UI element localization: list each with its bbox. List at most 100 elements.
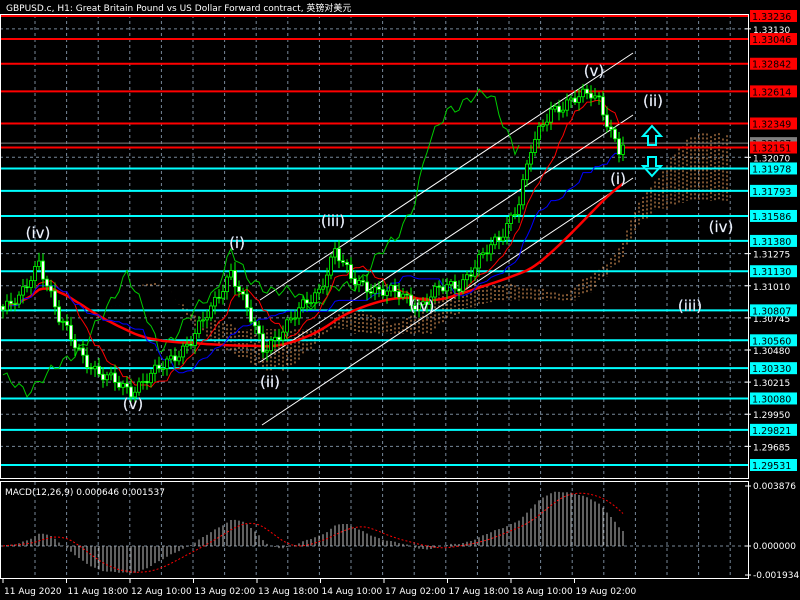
candle-body xyxy=(229,270,233,278)
candle-body xyxy=(57,306,61,323)
candle-body xyxy=(465,274,469,281)
candle-body xyxy=(145,380,149,384)
candle-body xyxy=(173,355,177,362)
wave-label: (v) xyxy=(584,62,605,80)
candle-body xyxy=(257,325,261,335)
candle-body xyxy=(601,96,605,116)
candle-body xyxy=(441,286,445,292)
candle-body xyxy=(157,364,161,370)
arrow-down-icon xyxy=(640,156,664,178)
candle-body xyxy=(473,267,477,277)
candle-body xyxy=(53,290,57,308)
chart-title: GBPUSD.c, H1: Great Britain Pound vs US … xyxy=(6,2,351,14)
candle-body xyxy=(273,336,277,341)
chikou-line xyxy=(2,88,520,398)
price-chart[interactable]: (iv) (v) (i) (ii) (iii) (iv) (v) (ii) (i) (iv) (ii… xyxy=(0,0,800,600)
candle-body xyxy=(537,125,541,140)
candle-body xyxy=(365,281,369,293)
candle-body xyxy=(209,305,213,319)
channel-line-upper[interactable] xyxy=(259,52,634,301)
price-tick-label: 1.29950 xyxy=(753,411,790,421)
candle-body xyxy=(125,383,129,388)
trend-channel[interactable] xyxy=(259,52,634,426)
support-label: 1.30080 xyxy=(752,394,791,405)
candle-body xyxy=(101,373,105,381)
candle-body xyxy=(185,343,189,347)
candle-body xyxy=(393,284,397,292)
candle-body xyxy=(553,105,557,110)
indicator-lines xyxy=(2,88,624,398)
candle-body xyxy=(513,214,517,216)
candle-body xyxy=(493,236,497,246)
resistance-label: 1.33046 xyxy=(752,35,791,46)
candle-body xyxy=(213,296,217,307)
candle-body xyxy=(21,286,25,296)
candle-body xyxy=(249,307,253,323)
support-label: 1.31380 xyxy=(752,237,791,248)
candle-body xyxy=(505,223,509,238)
wave-label: (v) xyxy=(123,395,144,413)
candle-body xyxy=(301,299,305,309)
candle-body xyxy=(357,280,361,285)
candle-body xyxy=(549,108,553,123)
candle-body xyxy=(329,256,333,276)
price-scale[interactable]: 1.331301.320701.312751.310101.307451.304… xyxy=(745,10,797,479)
candle-body xyxy=(65,320,69,326)
time-tick-label: 17 Aug 02:00 xyxy=(385,587,446,597)
price-tick-label: 1.31010 xyxy=(753,283,790,293)
candle-body xyxy=(341,260,345,263)
support-label: 1.30560 xyxy=(752,336,791,347)
candle-body xyxy=(581,88,585,98)
price-tick-label: 1.29685 xyxy=(753,443,790,453)
candle-body xyxy=(529,152,533,165)
candle-body xyxy=(481,252,485,256)
candle-body xyxy=(69,324,73,341)
candle-body xyxy=(5,300,9,311)
wave-label: (i) xyxy=(229,234,245,252)
candle-body xyxy=(477,254,481,269)
support-label: 1.31130 xyxy=(752,267,791,278)
candle-body xyxy=(613,128,617,140)
candle-body xyxy=(617,138,621,155)
resistance-label: 1.32842 xyxy=(752,60,791,71)
time-axis[interactable]: 11 Aug 2020 11 Aug 18:00 12 Aug 10:00 13 Au… xyxy=(2,579,636,597)
channel-line-middle[interactable] xyxy=(259,114,634,363)
candles xyxy=(1,83,625,406)
candle-body xyxy=(333,248,337,258)
candle-body xyxy=(561,109,565,113)
support-label: 1.31586 xyxy=(752,212,791,223)
candle-body xyxy=(377,286,381,290)
candle-body xyxy=(81,347,85,356)
price-tick-label: 1.31275 xyxy=(753,251,790,261)
candle-body xyxy=(33,266,37,282)
candle-body xyxy=(485,252,489,255)
candle-body xyxy=(217,296,221,299)
candle-body xyxy=(137,381,141,393)
candle-body xyxy=(305,299,309,304)
time-tick-label: 14 Aug 10:00 xyxy=(322,587,383,597)
candle-body xyxy=(521,179,525,206)
macd-label: MACD(12,26,9) 0.000646 0.001537 xyxy=(5,488,165,498)
candle-body xyxy=(605,114,609,128)
support-label: 1.29531 xyxy=(752,461,791,472)
wave-label: (ii) xyxy=(260,373,280,391)
kijun-line xyxy=(2,146,624,374)
candle-body xyxy=(385,290,389,296)
candle-body xyxy=(569,97,573,101)
candle-body xyxy=(565,99,569,111)
candle-body xyxy=(121,383,125,388)
candle-body xyxy=(241,291,245,295)
price-tick-label: 1.30480 xyxy=(753,347,790,357)
candle-body xyxy=(401,293,405,298)
arrow-up-icon xyxy=(640,124,664,146)
candle-body xyxy=(389,284,393,292)
time-tick-label: 13 Aug 18:00 xyxy=(258,587,319,597)
candle-body xyxy=(253,321,257,327)
resistance-label: 1.32614 xyxy=(752,87,791,98)
wave-label: (i) xyxy=(610,170,626,188)
candle-body xyxy=(237,286,241,292)
candle-body xyxy=(453,281,457,290)
candle-body xyxy=(497,236,501,242)
wave-label: (iii) xyxy=(678,297,702,315)
candle-body xyxy=(141,380,145,383)
